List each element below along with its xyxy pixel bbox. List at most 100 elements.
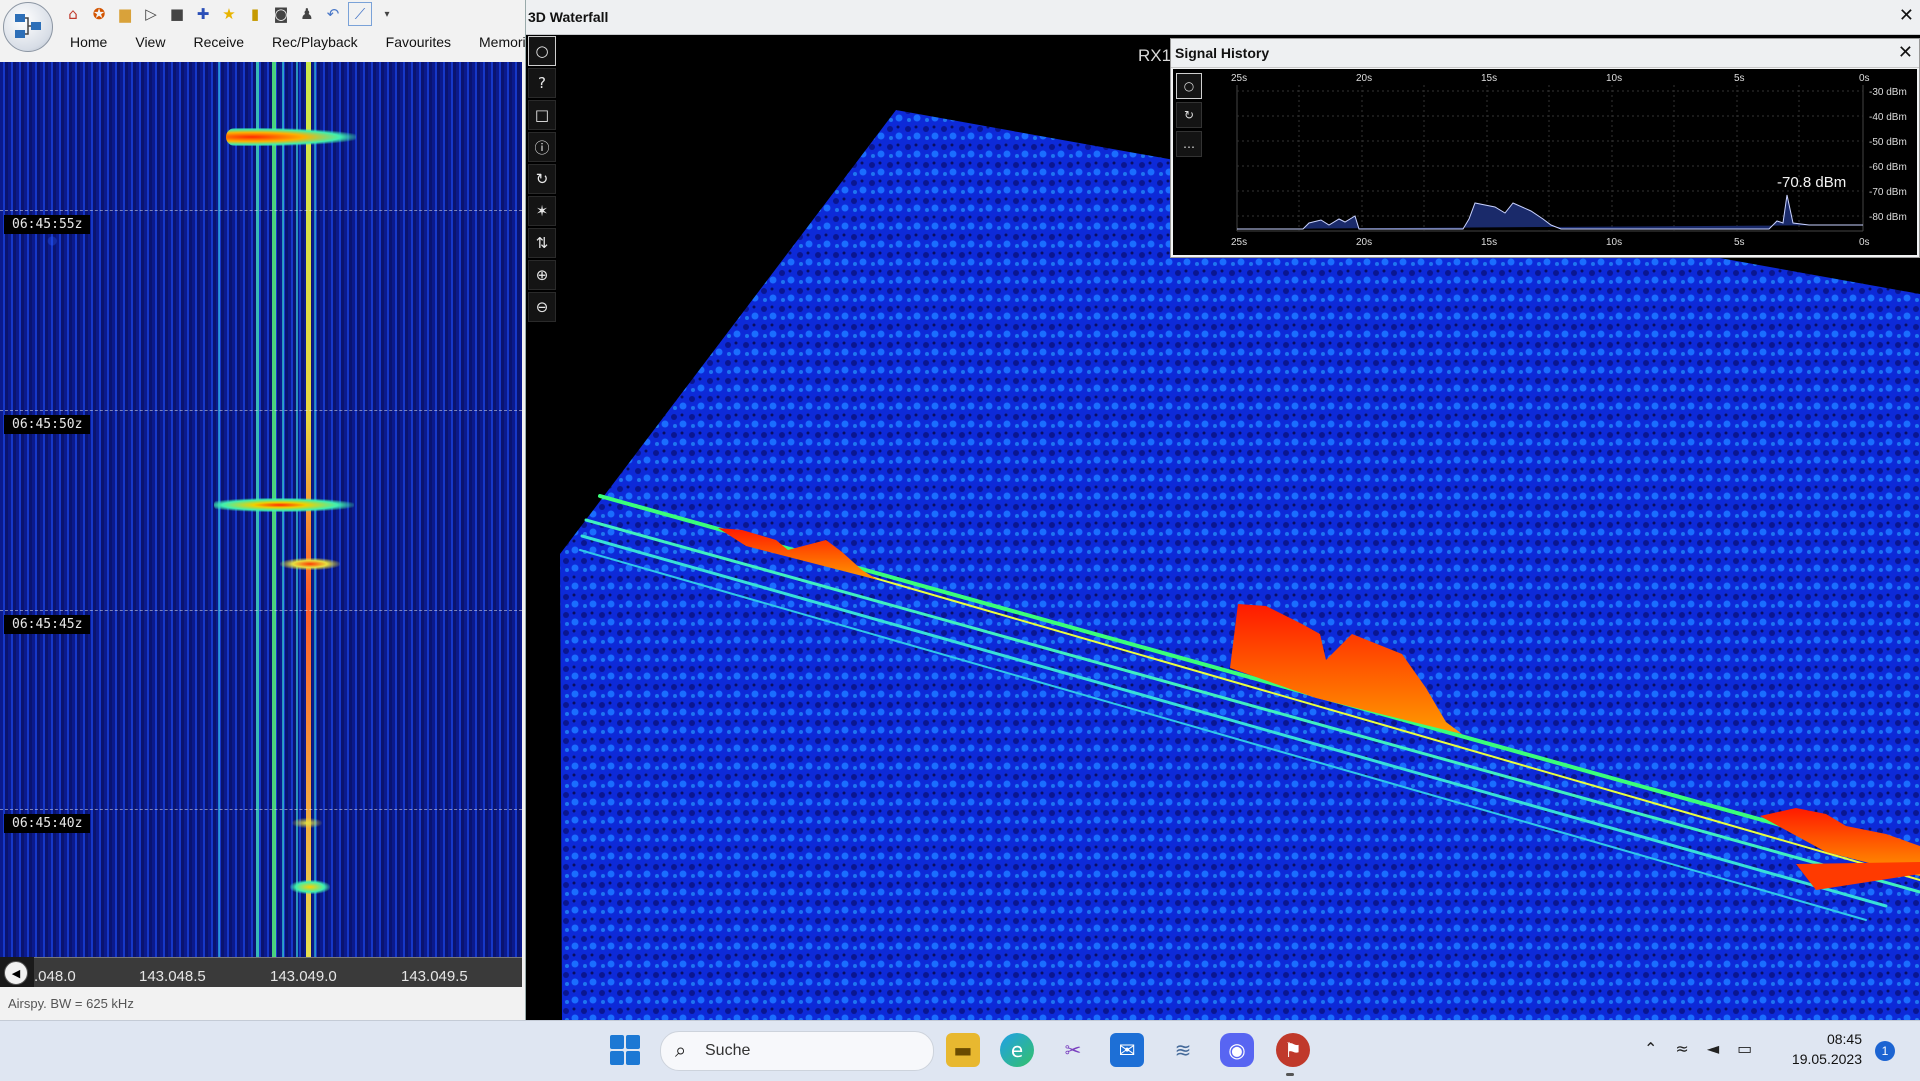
x-tick: 20s <box>1356 237 1372 248</box>
y-tick: -50 dBm <box>1869 137 1907 148</box>
system-tray: ⌃ ≈ ◄ ▭ <box>1644 1039 1752 1058</box>
search-label: Suche <box>705 1042 751 1059</box>
battery-icon[interactable]: ▭ <box>1737 1039 1752 1058</box>
help-icon[interactable]: ✪ <box>88 3 110 25</box>
clock[interactable]: 08:45 19.05.2023 <box>1780 1029 1862 1069</box>
time-label: 06:45:50z <box>4 415 91 434</box>
close-icon[interactable]: ✕ <box>1899 5 1914 26</box>
signal-readout: -70.8 dBm <box>1777 174 1846 191</box>
clock-date: 19.05.2023 <box>1791 1051 1862 1067</box>
signal-burst <box>292 818 322 828</box>
windows-start-button[interactable] <box>610 1035 640 1065</box>
x-tick: 20s <box>1356 73 1372 84</box>
x-tick: 15s <box>1481 237 1497 248</box>
stop-icon[interactable]: ■ <box>166 3 188 25</box>
x-tick: 10s <box>1606 73 1622 84</box>
star-burst-icon[interactable]: ✶ <box>528 196 556 226</box>
camera-icon[interactable]: ◙ <box>270 3 292 25</box>
signal-history-chart[interactable]: 25s 20s 15s 10s 5s 0s 25s 20s 15s 10s 5s… <box>1173 69 1919 257</box>
rewind-icon: ◀ <box>11 967 21 980</box>
signal-history-window: Signal History ✕ ○ ↻ … 25s 20s 15s 10s 5… <box>1170 38 1920 258</box>
user-icon[interactable]: ♟ <box>296 3 318 25</box>
windows-logo-icon <box>610 1035 624 1049</box>
clock-time: 08:45 <box>1826 1031 1862 1047</box>
y-tick: -80 dBm <box>1869 212 1907 223</box>
window-titlebar: Signal History ✕ <box>1171 39 1919 68</box>
receiver-label: RX1 <box>1138 46 1172 65</box>
chevron-up-icon[interactable]: ⌃ <box>1644 1039 1657 1058</box>
chart-grid <box>1236 85 1864 232</box>
square-icon[interactable]: □ <box>528 100 556 130</box>
signal-burst <box>280 558 340 570</box>
waterfall-3d-toolbar: ○ ? □ ⓘ ↻ ✶ ⇅ ⊕ ⊖ <box>528 36 558 322</box>
time-marker: 06:45:45z <box>0 610 522 634</box>
edge-icon[interactable]: e <box>1000 1033 1034 1067</box>
time-marker: 06:45:55z <box>0 210 522 234</box>
dropdown-icon[interactable]: ▾ <box>376 3 398 25</box>
close-icon[interactable]: ✕ <box>1898 42 1913 63</box>
wifi-icon[interactable]: ≈ <box>1675 1039 1688 1058</box>
sdr-main-window: ⌂ ✪ ▆ ▷ ■ ✚ ★ ▮ ◙ ♟ ↶ ⟋ ▾ Home View Rece… <box>0 0 533 1020</box>
tab-view[interactable]: View <box>121 30 179 56</box>
frequency-ruler[interactable]: .048.0 143.048.5 143.049.0 143.049.5 <box>34 957 522 987</box>
app-logo-icon <box>15 14 41 38</box>
folder-icon[interactable]: ▆ <box>114 3 136 25</box>
ribbon-tabs: Home View Receive Rec/Playback Favourite… <box>56 30 547 56</box>
frequency-scale[interactable]: ◀ .048.0 143.048.5 143.049.0 143.049.5 <box>0 957 522 987</box>
star-icon[interactable]: ★ <box>218 3 240 25</box>
y-tick: -30 dBm <box>1869 87 1907 98</box>
refresh-icon[interactable]: ↻ <box>528 164 556 194</box>
snipping-tool-icon[interactable]: ✂ <box>1056 1033 1090 1067</box>
freq-tick: 143.049.5 <box>401 968 468 985</box>
volume-icon[interactable]: ◄ <box>1707 1039 1719 1058</box>
time-label: 06:45:45z <box>4 615 91 634</box>
file-explorer-icon[interactable]: ▬ <box>946 1033 980 1067</box>
lock-icon[interactable]: ▮ <box>244 3 266 25</box>
signal-burst <box>226 128 356 146</box>
tab-receive[interactable]: Receive <box>179 30 258 56</box>
quick-access-toolbar: ⌂ ✪ ▆ ▷ ■ ✚ ★ ▮ ◙ ♟ ↶ ⟋ ▾ <box>62 2 398 26</box>
x-tick: 25s <box>1231 237 1247 248</box>
home-icon[interactable]: ⌂ <box>62 3 84 25</box>
notification-badge[interactable]: 1 <box>1875 1041 1895 1061</box>
zoom-out-icon[interactable]: ⊖ <box>528 292 556 322</box>
plus-icon[interactable]: ✚ <box>192 3 214 25</box>
x-tick: 0s <box>1859 73 1870 84</box>
waterfall-2d-display[interactable]: 06:45:55z 06:45:50z 06:45:45z 06:45:40z <box>0 62 522 957</box>
tab-rec-playback[interactable]: Rec/Playback <box>258 30 372 56</box>
x-axis-top: 25s 20s 15s 10s 5s 0s <box>1231 73 1870 84</box>
x-tick: 0s <box>1859 237 1870 248</box>
y-tick: -40 dBm <box>1869 112 1907 123</box>
x-tick: 5s <box>1734 237 1745 248</box>
freq-tick: .048.0 <box>34 968 76 985</box>
signal-history-trace <box>1237 194 1863 230</box>
help-icon[interactable]: ? <box>528 68 556 98</box>
zoom-in-icon[interactable]: ⊕ <box>528 260 556 290</box>
circle-icon[interactable]: ○ <box>528 36 556 66</box>
signal-burst <box>290 880 330 894</box>
play-icon[interactable]: ▷ <box>140 3 162 25</box>
undo-icon[interactable]: ↶ <box>322 3 344 25</box>
chart-icon[interactable]: ⟋ <box>348 2 372 26</box>
signal-history-body: ○ ↻ … 25s 20s 15s 10s 5s 0s 25s 20s 15s … <box>1173 69 1917 255</box>
time-marker: 06:45:40z <box>0 809 522 833</box>
rewind-button[interactable]: ◀ <box>4 961 28 985</box>
signal-burst <box>214 498 354 512</box>
chart-gridlines <box>1237 85 1863 231</box>
freq-tick: 143.049.0 <box>270 968 337 985</box>
app-menu-button[interactable] <box>3 2 53 52</box>
app-icon[interactable]: ≋ <box>1166 1033 1200 1067</box>
x-axis-bottom: 25s 20s 15s 10s 5s 0s <box>1231 237 1870 248</box>
discord-icon[interactable]: ◉ <box>1220 1033 1254 1067</box>
info-icon[interactable]: ⓘ <box>528 132 556 162</box>
swap-vertical-icon[interactable]: ⇅ <box>528 228 556 258</box>
search-icon: ⌕ <box>675 1038 687 1062</box>
mail-icon[interactable]: ✉ <box>1110 1033 1144 1067</box>
window-title: Signal History <box>1175 45 1270 61</box>
status-bar: Airspy. BW = 625 kHz <box>8 996 134 1011</box>
taskbar-search[interactable]: ⌕ Suche <box>660 1031 934 1071</box>
tab-favourites[interactable]: Favourites <box>372 30 465 56</box>
sdr-app-icon[interactable]: ⚑ <box>1276 1033 1310 1067</box>
tab-home[interactable]: Home <box>56 30 121 56</box>
active-app-indicator <box>1286 1073 1294 1076</box>
